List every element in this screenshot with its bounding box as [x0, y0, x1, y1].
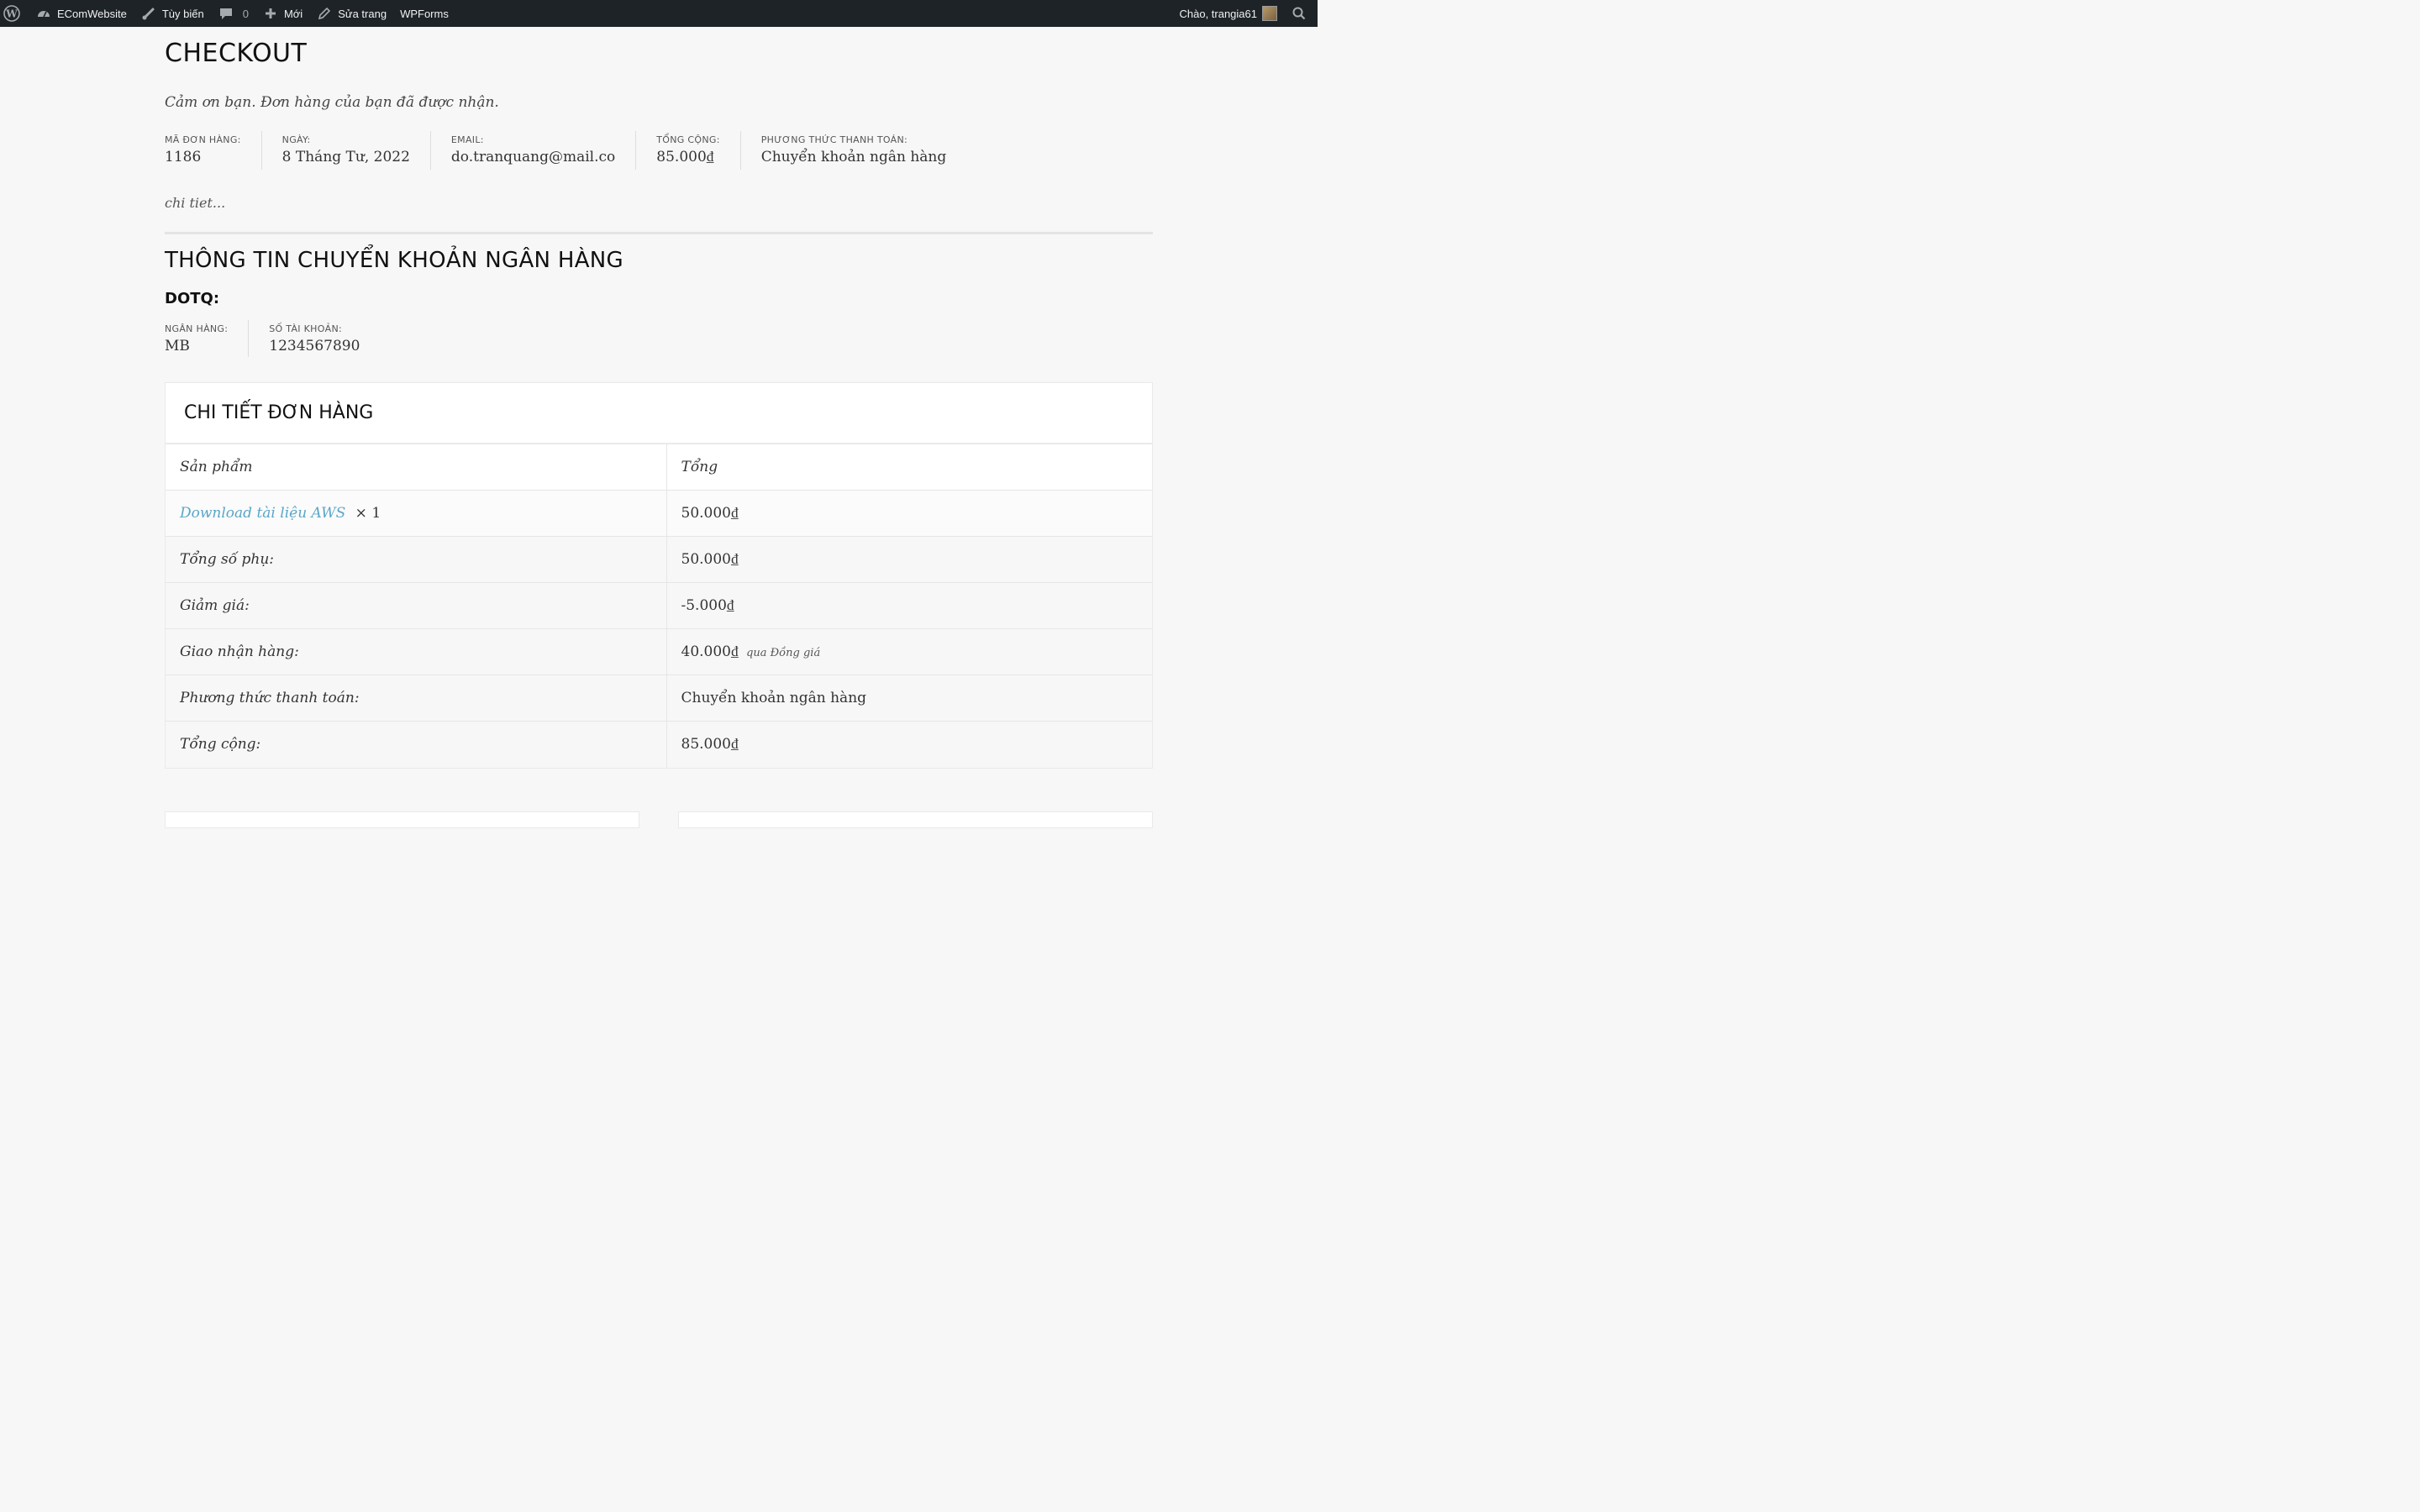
bank-name-item: NGÂN HÀNG: MB — [165, 320, 250, 357]
dashboard-icon — [35, 5, 52, 22]
overview-label: PHƯƠNG THỨC THANH TOÁN: — [760, 134, 908, 145]
bank-account-name: DOTQ: — [165, 290, 220, 307]
wpforms-label: WPForms — [400, 7, 449, 20]
billing-address-card — [165, 811, 639, 828]
admin-bar: W EComWebsite Tùy biến 0 Mới Sửa trang W… — [0, 0, 1318, 27]
edit-page-link[interactable]: Sửa trang — [309, 0, 393, 27]
wordpress-logo-icon: W — [3, 5, 20, 22]
address-cards — [165, 811, 1153, 828]
comment-icon — [218, 5, 234, 22]
shipping-cell: 40.000₫ qua Đồng giá — [666, 628, 1152, 675]
column-header-product: Sản phẩm — [166, 444, 667, 491]
order-details-box: CHI TIẾT ĐƠN HÀNG Sản phẩm Tổng Download… — [165, 382, 1153, 769]
order-details-title: CHI TIẾT ĐƠN HÀNG — [166, 383, 1152, 444]
table-row: Tổng số phụ: 50.000₫ — [166, 536, 1152, 583]
table-row: Tổng cộng: 85.000₫ — [166, 721, 1152, 768]
overview-label: EMAIL: — [450, 134, 484, 145]
discount-label: Giảm giá: — [166, 582, 667, 629]
new-content-label: Mới — [283, 7, 303, 20]
bank-detail-value: MB — [165, 338, 190, 354]
discount-value: -5.000₫ — [666, 582, 1152, 629]
table-row: Giảm giá: -5.000₫ — [166, 582, 1152, 629]
overview-email: EMAIL: do.tranquang@mail.co — [431, 131, 637, 170]
overview-label: TỔNG CỘNG: — [656, 134, 720, 145]
bank-detail-value: 1234567890 — [269, 338, 360, 354]
site-name-link[interactable]: EComWebsite — [29, 0, 134, 27]
shipping-value: 40.000₫ — [681, 643, 739, 660]
order-overview: MÃ ĐƠN HÀNG: 1186 NGÀY: 8 Tháng Tư, 2022… — [165, 131, 1153, 170]
overview-label: NGÀY: — [281, 134, 311, 145]
new-content-link[interactable]: Mới — [255, 0, 309, 27]
admin-search-button[interactable] — [1284, 0, 1318, 27]
overview-value: Chuyển khoản ngân hàng — [760, 149, 947, 165]
overview-value: 8 Tháng Tư, 2022 — [281, 149, 410, 165]
product-cell: Download tài liệu AWS × 1 — [166, 490, 667, 537]
bank-detail-label: NGÂN HÀNG: — [165, 323, 229, 334]
comments-link[interactable]: 0 — [211, 0, 255, 27]
payment-method-label: Phương thức thanh toán: — [166, 675, 667, 722]
table-header-row: Sản phẩm Tổng — [166, 444, 1152, 491]
grand-total-value: 85.000₫ — [666, 721, 1152, 768]
section-divider — [165, 232, 1153, 234]
column-header-total: Tổng — [666, 444, 1152, 491]
shipping-method: qua Đồng giá — [746, 647, 821, 659]
overview-value: do.tranquang@mail.co — [450, 149, 616, 165]
site-name-label: EComWebsite — [57, 7, 127, 20]
subtotal-value: 50.000₫ — [666, 536, 1152, 583]
thank-you-message: Cảm ơn bạn. Đơn hàng của bạn đã được nhậ… — [165, 94, 499, 111]
shipping-address-card — [678, 811, 1153, 828]
svg-text:W: W — [5, 8, 18, 20]
user-account-menu[interactable]: Chào, trangia61 — [1172, 0, 1284, 27]
table-row: Phương thức thanh toán: Chuyển khoản ngâ… — [166, 675, 1152, 722]
shipping-label: Giao nhận hàng: — [166, 628, 667, 675]
overview-date: NGÀY: 8 Tháng Tư, 2022 — [262, 131, 431, 170]
table-row: Download tài liệu AWS × 1 50.000₫ — [166, 490, 1152, 537]
overview-order-number: MÃ ĐƠN HÀNG: 1186 — [165, 131, 262, 170]
overview-label: MÃ ĐƠN HÀNG: — [165, 134, 241, 145]
customize-link[interactable]: Tùy biến — [134, 0, 211, 27]
wordpress-logo-link[interactable]: W — [0, 0, 29, 27]
bank-detail-label: SỐ TÀI KHOẢN: — [269, 323, 343, 334]
edit-page-label: Sửa trang — [338, 7, 387, 20]
product-total: 50.000₫ — [666, 490, 1152, 537]
comments-count: 0 — [242, 7, 249, 20]
page-title: CHECKOUT — [165, 39, 308, 68]
overview-total: TỔNG CỘNG: 85.000₫ — [636, 131, 741, 170]
user-greeting: Chào, trangia61 — [1179, 7, 1257, 20]
grand-total-label: Tổng cộng: — [166, 721, 667, 768]
customize-label: Tùy biến — [161, 7, 204, 20]
checkout-content: CHECKOUT Cảm ơn bạn. Đơn hàng của bạn đã… — [165, 27, 1153, 769]
overview-value: 85.000₫ — [656, 149, 714, 165]
plus-icon — [262, 5, 279, 22]
brush-icon — [140, 5, 157, 22]
bank-details: NGÂN HÀNG: MB SỐ TÀI KHOẢN: 1234567890 — [165, 320, 1153, 357]
order-details-table: Sản phẩm Tổng Download tài liệu AWS × 1 … — [166, 444, 1152, 768]
payment-method-value: Chuyển khoản ngân hàng — [666, 675, 1152, 722]
overview-payment-method: PHƯƠNG THỨC THANH TOÁN: Chuyển khoản ngâ… — [741, 131, 967, 170]
bank-details-title: THÔNG TIN CHUYỂN KHOẢN NGÂN HÀNG — [165, 248, 623, 273]
product-quantity: × 1 — [355, 505, 381, 522]
pencil-icon — [316, 5, 333, 22]
search-icon — [1291, 5, 1307, 22]
table-row: Giao nhận hàng: 40.000₫ qua Đồng giá — [166, 628, 1152, 675]
wpforms-link[interactable]: WPForms — [393, 0, 455, 27]
subtotal-label: Tổng số phụ: — [166, 536, 667, 583]
avatar — [1262, 6, 1277, 21]
account-number-item: SỐ TÀI KHOẢN: 1234567890 — [249, 320, 380, 357]
overview-value: 1186 — [165, 149, 202, 165]
order-note: chi tiet... — [165, 195, 226, 211]
product-link[interactable]: Download tài liệu AWS — [180, 505, 345, 522]
